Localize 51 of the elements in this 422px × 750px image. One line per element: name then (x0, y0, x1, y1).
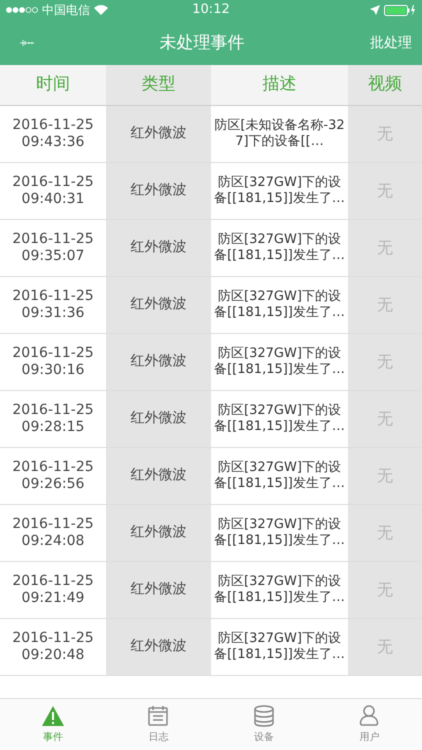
event-description: 防区[327GW]下的设备[[181,15]]发生了… (214, 630, 346, 664)
event-datetime: 2016-11-25 09:43:36 (12, 116, 94, 152)
waveform-icon[interactable] (20, 38, 34, 46)
tab-bar-item[interactable]: 事件 (0, 699, 106, 750)
event-description: 防区[327GW]下的设备[[181,15]]发生了… (214, 174, 346, 208)
column-header: 视频 (368, 74, 402, 96)
database-icon (252, 705, 275, 727)
event-type: 红外微波 (130, 296, 186, 314)
tab-bar-item[interactable]: 设备 (211, 699, 316, 750)
event-datetime: 2016-11-25 09:28:15 (12, 402, 94, 436)
column-header: 描述 (262, 74, 296, 96)
user-icon (359, 705, 380, 727)
event-type: 红外微波 (130, 467, 186, 485)
calendar-icon (147, 705, 170, 727)
warning-icon (40, 705, 65, 727)
event-datetime: 2016-11-25 09:21:49 (12, 572, 94, 608)
event-description: 防区[327GW]下的设备[[181,15]]发生了… (214, 346, 346, 378)
event-datetime: 2016-11-25 09:20:48 (12, 630, 94, 664)
battery-charging-icon (384, 4, 416, 16)
event-type: 红外微波 (130, 125, 186, 143)
event-description: 防区[327GW]下的设备[[181,15]]发生了… (214, 232, 346, 264)
event-type: 红外微波 (130, 353, 186, 371)
event-description: 防区[327GW]下的设备[[181,15]]发生了… (214, 460, 346, 492)
event-description: 防区[未知设备名称-327]下的设备[[… (214, 118, 346, 150)
status-time: 10:12 (192, 2, 230, 18)
event-datetime: 2016-11-25 09:35:07 (12, 230, 94, 266)
location-arrow-icon (370, 5, 380, 15)
event-type: 红外微波 (130, 581, 186, 599)
event-type: 红外微波 (130, 524, 186, 542)
signal-icon (6, 7, 38, 13)
event-type: 红外微波 (130, 638, 186, 656)
event-description: 防区[327GW]下的设备[[181,15]]发生了… (214, 574, 346, 606)
column-header: 类型 (142, 74, 176, 96)
event-type: 红外微波 (130, 239, 186, 257)
event-type: 红外微波 (130, 182, 186, 200)
carrier-name: 中国电信 (42, 2, 90, 18)
event-description: 防区[327GW]下的设备[[181,15]]发生了… (214, 516, 346, 550)
screen-title: 未处理事件 (160, 32, 244, 54)
event-type: 红外微波 (130, 410, 186, 428)
event-datetime: 2016-11-25 09:40:31 (12, 174, 94, 208)
tab-bar-item[interactable]: 用户 (316, 699, 422, 750)
column-header: 时间 (36, 74, 70, 96)
batch-process-button[interactable]: 批处理 (370, 30, 412, 56)
event-datetime: 2016-11-25 09:31:36 (12, 288, 94, 322)
event-description: 防区[327GW]下的设备[[181,15]]发生了… (214, 288, 346, 322)
event-description: 防区[327GW]下的设备[[181,15]]发生了… (214, 402, 346, 436)
event-datetime: 2016-11-25 09:30:16 (12, 344, 94, 380)
tab-bar-item[interactable]: 日志 (106, 699, 211, 750)
event-datetime: 2016-11-25 09:24:08 (12, 516, 94, 550)
event-datetime: 2016-11-25 09:26:56 (12, 458, 94, 494)
wifi-icon (94, 5, 108, 15)
